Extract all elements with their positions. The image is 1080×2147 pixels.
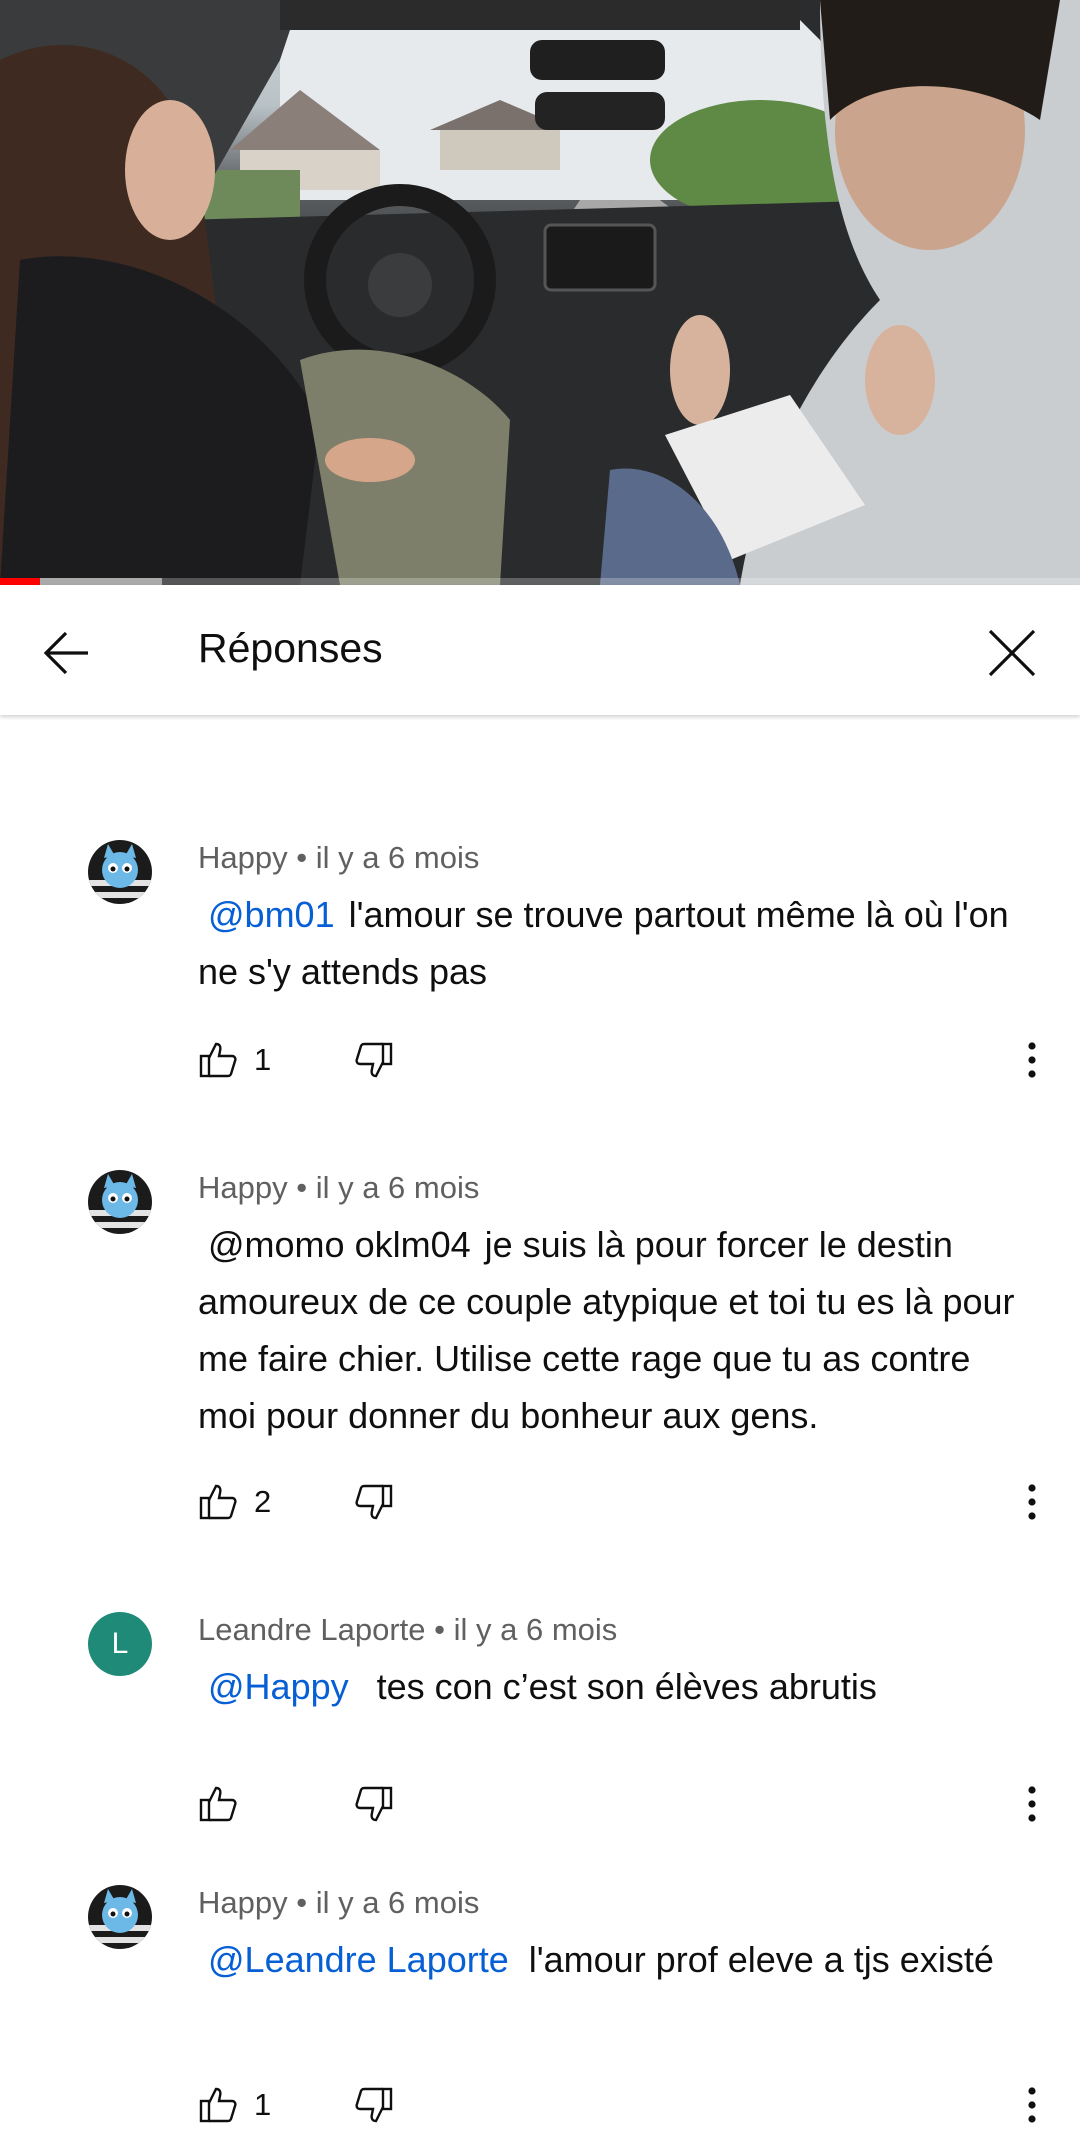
more-vert-icon (1028, 2087, 1036, 2123)
comment-meta: Happy • il y a 6 mois (198, 1170, 479, 1206)
comment-time: il y a 6 mois (315, 1885, 480, 1920)
video-frame-image (0, 0, 1080, 585)
more-vert-icon (1028, 1042, 1036, 1078)
comment-text: @Happy tes con c’est son élèves abrutis (198, 1658, 1038, 1715)
more-options-button[interactable] (1012, 2085, 1052, 2125)
replies-header: Réponses (0, 585, 1080, 715)
thumbs-down-icon (355, 1484, 393, 1520)
comment-time: il y a 6 mois (453, 1612, 618, 1647)
avatar[interactable] (88, 1885, 152, 1949)
like-button[interactable] (198, 1040, 238, 1080)
video-player[interactable] (0, 0, 1080, 585)
comment-body: l'amour prof eleve a tjs existé (528, 1939, 994, 1980)
mention-link[interactable]: @Happy (208, 1666, 349, 1707)
thumbs-down-icon (355, 1786, 393, 1822)
close-icon (988, 629, 1036, 677)
comment-actions: 2 (198, 1482, 1058, 1532)
thumbs-up-icon (199, 1786, 237, 1822)
avatar[interactable]: L (88, 1612, 152, 1676)
comment-time: il y a 6 mois (315, 1170, 480, 1205)
comment-text: @momo oklm04 je suis là pour forcer le de… (198, 1216, 1038, 1444)
meta-separator: • (296, 1885, 316, 1920)
comment-author[interactable]: Happy (198, 1170, 288, 1205)
progress-played (0, 578, 40, 585)
comment-text: @bm01 l'amour se trouve partout même là o… (198, 886, 1038, 1000)
like-button[interactable] (198, 1784, 238, 1824)
meta-separator: • (296, 840, 316, 875)
blue-cat-avatar-icon (88, 1170, 152, 1234)
more-options-button[interactable] (1012, 1040, 1052, 1080)
thumbs-up-icon (199, 2087, 237, 2123)
like-count: 2 (254, 1484, 272, 1519)
thumbs-down-icon (355, 1042, 393, 1078)
thumbs-up-icon (199, 1042, 237, 1078)
progress-track[interactable] (0, 578, 1080, 585)
comment-meta: Happy • il y a 6 mois (198, 840, 479, 876)
more-options-button[interactable] (1012, 1784, 1052, 1824)
thumbs-down-icon (355, 2087, 393, 2123)
mention-text[interactable]: @momo oklm04 (208, 1224, 471, 1265)
comment-actions (198, 1784, 1058, 1834)
more-options-button[interactable] (1012, 1482, 1052, 1522)
meta-separator: • (434, 1612, 454, 1647)
dislike-button[interactable] (354, 2085, 394, 2125)
comment-body: tes con c’est son élèves abrutis (376, 1666, 877, 1707)
back-button[interactable] (34, 621, 98, 685)
dislike-button[interactable] (354, 1482, 394, 1522)
comment-text: @Leandre Laporte l'amour prof eleve a tjs… (198, 1931, 1038, 1988)
thumbs-up-icon (199, 1484, 237, 1520)
like-button[interactable] (198, 2085, 238, 2125)
avatar[interactable] (88, 840, 152, 904)
blue-cat-avatar-icon (88, 1885, 152, 1949)
like-count: 1 (254, 2087, 272, 2122)
like-count: 1 (254, 1042, 272, 1077)
meta-separator: • (296, 1170, 316, 1205)
like-button[interactable] (198, 1482, 238, 1522)
comment-actions: 1 (198, 1040, 1058, 1090)
dislike-button[interactable] (354, 1784, 394, 1824)
comment-time: il y a 6 mois (315, 840, 480, 875)
comment-meta: Leandre Laporte • il y a 6 mois (198, 1612, 617, 1648)
blue-cat-avatar-icon (88, 840, 152, 904)
comment-author[interactable]: Leandre Laporte (198, 1612, 426, 1647)
avatar[interactable] (88, 1170, 152, 1234)
avatar-letter: L (111, 1627, 129, 1660)
dislike-button[interactable] (354, 1040, 394, 1080)
close-button[interactable] (980, 621, 1044, 685)
more-vert-icon (1028, 1786, 1036, 1822)
page-title: Réponses (198, 625, 383, 671)
comment-meta: Happy • il y a 6 mois (198, 1885, 479, 1921)
arrow-left-icon (43, 631, 88, 675)
comment-author[interactable]: Happy (198, 840, 288, 875)
more-vert-icon (1028, 1484, 1036, 1520)
mention-link[interactable]: @Leandre Laporte (208, 1939, 509, 1980)
comment-author[interactable]: Happy (198, 1885, 288, 1920)
comment-actions: 1 (198, 2085, 1058, 2135)
mention-link[interactable]: @bm01 (208, 894, 335, 935)
